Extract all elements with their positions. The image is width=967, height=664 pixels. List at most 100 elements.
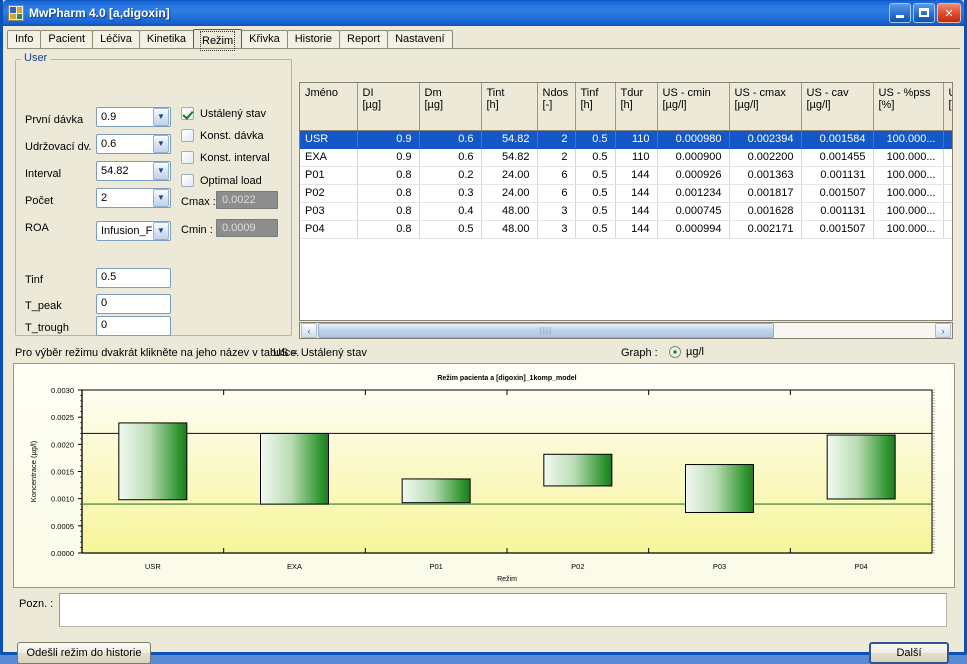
- table-row[interactable]: P02 0.8 0.3 24.00 6 0.5 144 0.001234 0.001817 0.0…: [300, 184, 952, 203]
- cell-value: 0.9: [357, 148, 420, 167]
- col-di[interactable]: DI [µg]: [357, 83, 420, 131]
- label-cmax: Cmax :: [181, 196, 216, 208]
- cell-value: 0.5: [575, 184, 616, 203]
- cell-name: USR: [300, 130, 358, 149]
- tab-label: Info: [15, 33, 34, 45]
- notes-input[interactable]: [59, 593, 947, 627]
- checkbox-optimal-load[interactable]: Optimal load: [181, 174, 262, 187]
- tab-label: Pacient: [48, 33, 86, 45]
- y-tick-label: 0.0025: [51, 413, 74, 422]
- graph-unit-radio[interactable]: µg/l: [669, 346, 704, 358]
- table-row[interactable]: EXA 0.9 0.6 54.82 2 0.5 110 0.000900 0.002200 0.0…: [300, 148, 952, 167]
- roa-combo[interactable]: Infusion_F ▼: [96, 221, 171, 241]
- button-label: Odešli režim do historie: [26, 647, 142, 659]
- table-body: USR 0.9 0.6 54.82 2 0.5 110 0.000980 0.002394 0.0…: [300, 130, 952, 239]
- col-tinf[interactable]: Tinf [h]: [575, 83, 616, 131]
- col-tint[interactable]: Tint [h]: [481, 83, 538, 131]
- col-jmeno[interactable]: Jméno: [300, 83, 358, 131]
- col-us-cpeak[interactable]: US - C_peak[µg/l]: [943, 83, 952, 131]
- checkbox-ustaleny-stav[interactable]: Ustálený stav: [181, 107, 266, 120]
- cell-name: P04: [300, 220, 358, 239]
- prvni-davka-combo[interactable]: 0.9 ▼: [96, 107, 171, 127]
- tinf-input[interactable]: 0.5: [96, 268, 171, 288]
- label-prvni-davka: První dávka: [25, 114, 84, 126]
- tab-historie[interactable]: Historie: [286, 30, 341, 48]
- checkbox-konst-interval[interactable]: Konst. interval: [181, 151, 270, 164]
- chevron-down-icon[interactable]: ▼: [153, 222, 169, 240]
- col-ndos[interactable]: Ndos [-]: [537, 83, 576, 131]
- t-trough-input[interactable]: 0: [96, 316, 171, 336]
- table-row[interactable]: P04 0.8 0.5 48.00 3 0.5 144 0.000994 0.002171 0.0…: [300, 220, 952, 239]
- plot-area: [82, 390, 932, 553]
- col-dm[interactable]: Dm [µg]: [419, 83, 482, 131]
- y-tick-label: 0.0020: [51, 440, 74, 449]
- regimen-table[interactable]: Jméno DI [µg] Dm [µg] Tint [h] Ndos [-] Tinf…: [299, 82, 953, 321]
- cell-value: 100.000...: [873, 148, 944, 167]
- cell-value: 144: [615, 220, 658, 239]
- x-tick-label: P02: [571, 562, 584, 571]
- tab-report[interactable]: Report: [339, 30, 389, 48]
- maximize-button[interactable]: [913, 3, 935, 23]
- checkbox-label: Konst. dávka: [200, 129, 264, 142]
- tab-info[interactable]: Info: [7, 30, 42, 48]
- pocet-combo[interactable]: 2 ▼: [96, 188, 171, 208]
- cell-name: P02: [300, 184, 358, 203]
- col-name: Tint: [486, 87, 505, 99]
- tab-kinetika[interactable]: Kinetika: [138, 30, 194, 48]
- app-icon: [8, 5, 24, 21]
- chevron-down-icon[interactable]: ▼: [153, 108, 169, 126]
- next-button[interactable]: Další: [869, 642, 949, 664]
- tab-krivka[interactable]: Křivka: [241, 30, 288, 48]
- scroll-right-icon[interactable]: ›: [935, 323, 951, 338]
- label-tinf: Tinf: [25, 274, 43, 286]
- cell-value: 0.5: [575, 130, 616, 149]
- cell-value: 54.82: [481, 148, 538, 167]
- col-tdur[interactable]: Tdur [h]: [615, 83, 658, 131]
- udrzovaci-dv-combo[interactable]: 0.6 ▼: [96, 134, 171, 154]
- scrollbar-thumb[interactable]: ||||: [318, 323, 774, 338]
- col-name: Jméno: [305, 87, 339, 99]
- scroll-left-icon[interactable]: ‹: [301, 323, 317, 338]
- chevron-down-icon[interactable]: ▼: [153, 189, 169, 207]
- chevron-down-icon[interactable]: ▼: [153, 135, 169, 153]
- col-unit: [-]: [542, 99, 553, 111]
- col-name: Ndos: [542, 87, 569, 99]
- col-us-cmin[interactable]: US - cmin [µg/l]: [657, 83, 730, 131]
- cell-value: 0.000745: [943, 202, 952, 221]
- bar[interactable]: [401, 478, 471, 504]
- tab-rezim[interactable]: Režim: [193, 29, 243, 51]
- cell-value: 0.001234: [943, 184, 952, 203]
- tab-leciva[interactable]: Léčiva: [92, 30, 140, 48]
- col-name: Tdur: [620, 87, 644, 99]
- table-horizontal-scrollbar[interactable]: ‹ |||| ›: [299, 322, 953, 339]
- checkbox-konst-davka[interactable]: Konst. dávka: [181, 129, 264, 142]
- cell-value: 3: [537, 220, 576, 239]
- cell-value: 6: [537, 166, 576, 185]
- col-unit: [µg/l]: [806, 99, 831, 111]
- bar[interactable]: [826, 434, 896, 500]
- bar[interactable]: [260, 432, 329, 505]
- y-tick-label: 0.0015: [51, 468, 74, 477]
- close-button[interactable]: ✕: [937, 3, 961, 23]
- x-tick-label: USR: [145, 562, 161, 571]
- minimize-button[interactable]: [889, 3, 911, 23]
- chevron-down-icon[interactable]: ▼: [153, 162, 169, 180]
- bar[interactable]: [685, 464, 754, 514]
- tab-nastaveni[interactable]: Nastavení: [387, 30, 453, 48]
- table-row[interactable]: USR 0.9 0.6 54.82 2 0.5 110 0.000980 0.002394 0.0…: [300, 130, 952, 149]
- tab-pacient[interactable]: Pacient: [40, 30, 94, 48]
- table-row[interactable]: P03 0.8 0.4 48.00 3 0.5 144 0.000745 0.001628 0.0…: [300, 202, 952, 221]
- interval-combo[interactable]: 54.82 ▼: [96, 161, 171, 181]
- col-us-pss[interactable]: US - %pss [%]: [873, 83, 944, 131]
- cell-value: 0.6: [419, 130, 482, 149]
- bar[interactable]: [543, 453, 613, 487]
- col-us-cmax[interactable]: US - cmax [µg/l]: [729, 83, 802, 131]
- send-regimen-to-history-button[interactable]: Odešli režim do historie: [17, 642, 151, 664]
- cell-value: 0.001455: [801, 148, 874, 167]
- bar[interactable]: [118, 422, 188, 501]
- cell-value: 0.5: [575, 202, 616, 221]
- table-row[interactable]: P01 0.8 0.2 24.00 6 0.5 144 0.000926 0.001363 0.0…: [300, 166, 952, 185]
- col-us-cav[interactable]: US - cav [µg/l]: [801, 83, 874, 131]
- scrollbar-track[interactable]: ||||: [318, 323, 934, 338]
- t-peak-input[interactable]: 0: [96, 294, 171, 314]
